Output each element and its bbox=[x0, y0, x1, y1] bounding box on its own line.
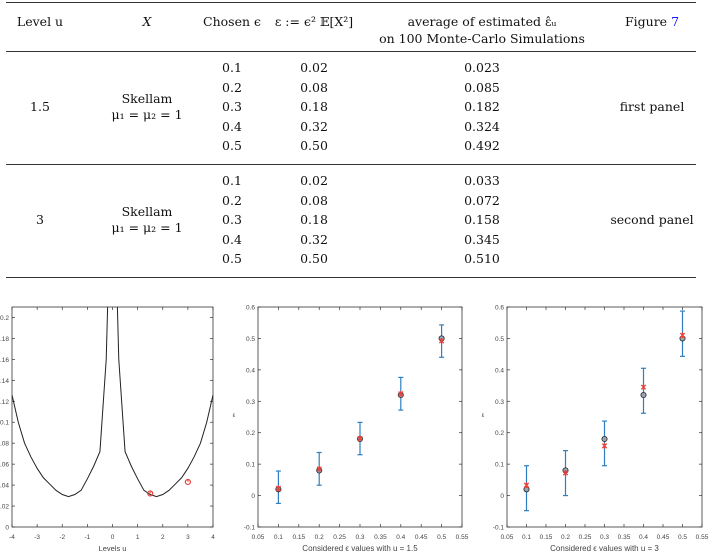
x-tick-label: 0.05 bbox=[252, 534, 265, 541]
x-tick-label: 0.55 bbox=[456, 534, 469, 541]
chart-1: -4 -3 -2 -1 0 1 2 3 4 0 0.02 0.04 0.06 0.08 0.1 0.12 0.1… bbox=[0, 306, 215, 552]
y-tick-label: 0.08 bbox=[0, 441, 9, 448]
y-tick-label: 0.4 bbox=[495, 367, 504, 374]
x-tick-label: 3 bbox=[186, 534, 190, 541]
x-tick-label: 0.35 bbox=[374, 534, 387, 541]
x-tick-label: 0.4 bbox=[396, 534, 405, 541]
y-tick-label: 0.1 bbox=[495, 462, 504, 469]
y-tick-label: 0 bbox=[500, 493, 504, 500]
x-tick-label: 0.25 bbox=[579, 534, 592, 541]
y-tick-label: 0.04 bbox=[0, 483, 9, 490]
y-tick-label: 0.2 bbox=[246, 430, 255, 437]
x-tick-label: 2 bbox=[161, 534, 165, 541]
y-tick-label: 0.2 bbox=[0, 315, 9, 322]
x-tick-label: 0.5 bbox=[678, 534, 687, 541]
y-tick-label: 0 bbox=[5, 525, 9, 532]
x-tick-label: 0.3 bbox=[600, 534, 609, 541]
y-tick-label: 0.1 bbox=[246, 462, 255, 469]
y-tick-label: 0.06 bbox=[0, 462, 9, 469]
x-tick-label: 0.15 bbox=[540, 534, 553, 541]
y-tick-label: 0 bbox=[251, 493, 255, 500]
x-axis-label: Considered ϵ values with u = 3 bbox=[550, 544, 659, 552]
x-tick-label: 0.45 bbox=[415, 534, 428, 541]
x-tick-label: -2 bbox=[59, 534, 65, 541]
x-tick-label: 0.3 bbox=[355, 534, 364, 541]
x-tick-label: -4 bbox=[9, 534, 15, 541]
y-tick-label: 0.5 bbox=[246, 336, 255, 343]
y-tick-label: 0.6 bbox=[495, 305, 504, 312]
chart-3: 0.05 0.1 0.15 0.2 0.25 0.3 0.35 0.4 0.45 0.5 0.55 -… bbox=[482, 305, 709, 552]
y-tick-label: -0.1 bbox=[493, 525, 505, 532]
x-tick-label: 0.2 bbox=[561, 534, 570, 541]
y-axis-label: ε bbox=[233, 413, 236, 419]
y-tick-label: 0.16 bbox=[0, 357, 9, 364]
x-axis-label: Considered ϵ values with u = 1.5 bbox=[302, 544, 418, 552]
marker-star: * bbox=[187, 479, 190, 486]
x-tick-label: 0.4 bbox=[639, 534, 648, 541]
x-tick-label: 0.45 bbox=[657, 534, 670, 541]
x-tick-label: 0.5 bbox=[437, 534, 446, 541]
x-tick-label: 0.15 bbox=[292, 534, 305, 541]
y-tick-label: 0.5 bbox=[495, 336, 504, 343]
y-tick-label: 0.14 bbox=[0, 378, 9, 385]
true-value-point bbox=[640, 391, 647, 399]
plot-frame bbox=[506, 306, 703, 528]
plot-frame bbox=[257, 306, 463, 528]
y-tick-label: 0.3 bbox=[246, 399, 255, 406]
x-tick-label: 0.25 bbox=[333, 534, 346, 541]
x-axis-label: Levels u bbox=[99, 544, 127, 552]
x-tick-label: 4 bbox=[211, 534, 215, 541]
plot-frame bbox=[11, 306, 214, 528]
y-tick-label: 0.12 bbox=[0, 399, 9, 406]
x-tick-label: 0.55 bbox=[696, 534, 709, 541]
y-tick-label: 0.4 bbox=[246, 367, 255, 374]
y-axis-label: ε bbox=[482, 413, 485, 419]
true-value-point bbox=[601, 435, 608, 443]
x-tick-label: 1 bbox=[136, 534, 140, 541]
x-tick-label: -1 bbox=[84, 534, 90, 541]
y-tick-label: 0.02 bbox=[0, 504, 9, 511]
figure-panels: -4 -3 -2 -1 0 1 2 3 4 0 0.02 0.04 0.06 0.08 0.1 0.12 0.1… bbox=[0, 305, 709, 552]
x-tick-label: 0.35 bbox=[618, 534, 631, 541]
y-tick-label: 0.1 bbox=[0, 420, 9, 427]
y-tick-label: 0.3 bbox=[495, 399, 504, 406]
chart-2: 0.05 0.1 0.15 0.2 0.25 0.3 0.35 0.4 0.45 0.5 0.55 -… bbox=[233, 305, 469, 552]
y-tick-label: 0.2 bbox=[495, 430, 504, 437]
marker-star: * bbox=[149, 491, 152, 498]
x-tick-label: 0.1 bbox=[522, 534, 531, 541]
y-tick-label: 0.18 bbox=[0, 336, 9, 343]
x-tick-label: 0.2 bbox=[315, 534, 324, 541]
x-tick-label: 0.05 bbox=[501, 534, 514, 541]
x-tick-label: 0 bbox=[111, 534, 115, 541]
y-tick-label: -0.1 bbox=[244, 525, 256, 532]
y-tick-label: 0.6 bbox=[246, 305, 255, 312]
x-tick-label: 0.1 bbox=[274, 534, 283, 541]
x-tick-label: -3 bbox=[34, 534, 40, 541]
